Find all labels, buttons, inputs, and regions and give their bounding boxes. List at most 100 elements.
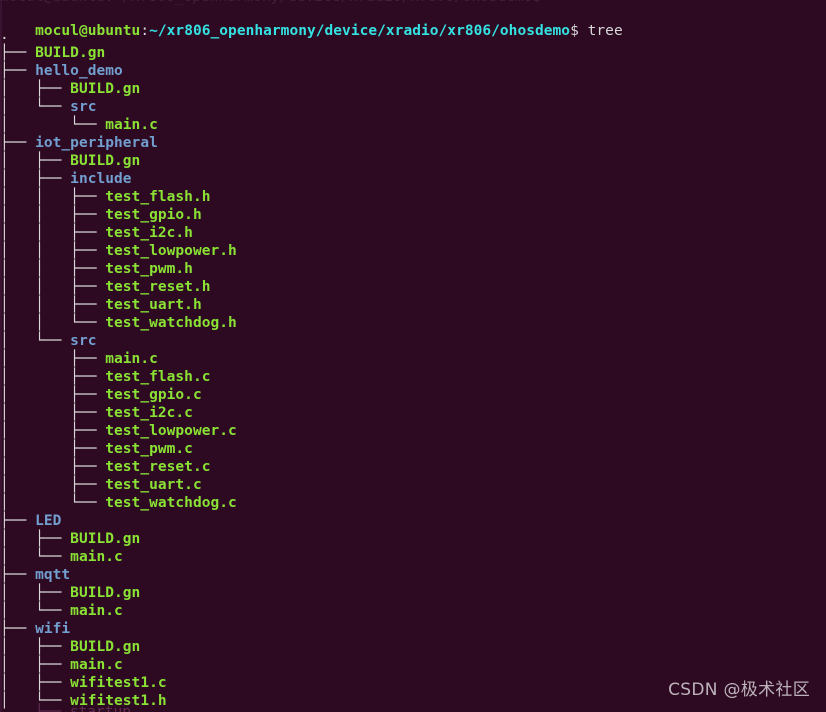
tree-row: │ ├── test_reset.c	[0, 458, 826, 476]
tree-branch-guides: │ ├──	[0, 477, 106, 493]
tree-branch-guides: │ ├──	[0, 531, 71, 547]
tree-row: │ │ ├── test_reset.h	[0, 278, 826, 296]
tree-row: │ │ └── test_watchdog.h	[0, 314, 826, 332]
tree-file-name: BUILD.gn	[70, 639, 141, 655]
tree-branch-guides: │ │ ├──	[0, 189, 106, 205]
tree-file-name: test_pwm.c	[105, 441, 193, 457]
tree-row: ├── wifi	[0, 620, 826, 638]
tree-row: │ │ ├── test_flash.h	[0, 188, 826, 206]
tree-file-name: test_i2c.c	[105, 405, 193, 421]
tree-branch-guides: │ ├──	[0, 657, 71, 673]
tree-file-name: test_gpio.h	[105, 207, 202, 223]
tree-file-name: test_reset.h	[105, 279, 211, 295]
tree-row: ├── BUILD.gn	[0, 44, 826, 62]
tree-branch-guides: ├──	[0, 63, 36, 79]
tree-branch-guides: │ │ ├──	[0, 261, 106, 277]
tree-file-name: test_gpio.c	[105, 387, 202, 403]
tree-file-name: main.c	[105, 351, 158, 367]
tree-file-name: test_watchdog.c	[105, 495, 237, 511]
tree-directory-name: wifi	[35, 621, 71, 637]
tree-branch-guides: ├──	[0, 567, 36, 583]
tree-row: │ ├── main.c	[0, 656, 826, 674]
tree-root-name: .	[0, 27, 9, 43]
tree-branch-guides: │ ├──	[0, 585, 71, 601]
tree-file-name: test_watchdog.h	[105, 315, 237, 331]
tree-branch-guides: │ └──	[0, 603, 71, 619]
tree-branch-guides: │ ├──	[0, 171, 71, 187]
shell-prompt-line: mocul@ubuntu:~/xr806_openharmony/device/…	[0, 4, 623, 39]
tree-row: │ ├── BUILD.gn	[0, 638, 826, 656]
tree-branch-guides: │ ├──	[0, 81, 71, 97]
tree-branch-guides: ├──	[0, 621, 36, 637]
tree-branch-guides: ├──	[0, 135, 36, 151]
tree-file-name: test_flash.c	[105, 369, 211, 385]
tree-branch-guides: │ ├──	[0, 351, 106, 367]
tree-row: │ ├── test_i2c.c	[0, 404, 826, 422]
terminal-window[interactable]: mocul@ubuntu:~/xr806_openharmony/device/…	[0, 0, 826, 712]
tree-row: │ └── src	[0, 332, 826, 350]
tree-row: ├── hello_demo	[0, 62, 826, 80]
tree-output: . ├── BUILD.gn ├── hello_demo │ ├── BUILD.g…	[0, 26, 826, 710]
tree-branch-guides: │ ├──	[0, 153, 71, 169]
tree-row: │ ├── test_pwm.c	[0, 440, 826, 458]
tree-branch-guides: │ └──	[0, 333, 71, 349]
tree-branch-guides: │ │ ├──	[0, 297, 106, 313]
tree-row: │ │ ├── test_uart.h	[0, 296, 826, 314]
tree-branch-guides: │ └──	[0, 549, 71, 565]
tree-file-name: BUILD.gn	[70, 585, 141, 601]
tree-row: │ ├── wifitest1.c	[0, 674, 826, 692]
tree-branch-guides: │ ├──	[0, 675, 71, 691]
tree-file-name: main.c	[70, 549, 123, 565]
tree-row: │ │ ├── test_lowpower.h	[0, 242, 826, 260]
tree-branch-guides: │ ├──	[0, 369, 106, 385]
tree-branch-guides: │ └──	[0, 99, 71, 115]
tree-directory-name: iot_peripheral	[35, 135, 158, 151]
tree-branch-guides: │ ├──	[0, 387, 106, 403]
tree-file-name: main.c	[70, 657, 123, 673]
tree-branch-guides: │ │ ├──	[0, 279, 106, 295]
tree-file-name: test_uart.h	[105, 297, 202, 313]
tree-file-name: test_i2c.h	[105, 225, 193, 241]
tree-row: ├── iot_peripheral	[0, 134, 826, 152]
tree-row: │ ├── test_flash.c	[0, 368, 826, 386]
tree-branch-guides: │ ├──	[0, 639, 71, 655]
tree-branch-guides: │ ├──	[0, 459, 106, 475]
tree-row: │ ├── BUILD.gn	[0, 152, 826, 170]
tree-row: │ │ ├── test_pwm.h	[0, 260, 826, 278]
tree-directory-name: LED	[35, 513, 62, 529]
tree-row: │ ├── test_gpio.c	[0, 386, 826, 404]
tree-directory-name: hello_demo	[35, 63, 123, 79]
tree-file-name: test_reset.c	[105, 459, 211, 475]
tree-branch-guides: │ ├──	[0, 423, 106, 439]
tree-row: │ │ ├── test_i2c.h	[0, 224, 826, 242]
tree-row: │ ├── BUILD.gn	[0, 584, 826, 602]
tree-row: │ ├── BUILD.gn	[0, 80, 826, 98]
tree-row: │ └── src	[0, 98, 826, 116]
tree-branch-guides: ├──	[0, 513, 36, 529]
tree-row: │ │ ├── test_gpio.h	[0, 206, 826, 224]
tree-branch-guides: │ │ ├──	[0, 225, 106, 241]
tree-file-name: BUILD.gn	[35, 45, 106, 61]
tree-row: │ ├── include	[0, 170, 826, 188]
tree-file-name: BUILD.gn	[70, 531, 141, 547]
tree-branch-guides: │ │ └──	[0, 315, 106, 331]
tree-file-name: main.c	[70, 603, 123, 619]
tree-row: │ └── test_watchdog.c	[0, 494, 826, 512]
tree-file-name: test_lowpower.c	[105, 423, 237, 439]
tree-row: │ ├── test_lowpower.c	[0, 422, 826, 440]
tree-file-name: main.c	[105, 117, 158, 133]
tree-branch-guides: │ ├──	[0, 405, 106, 421]
tree-row: ├── LED	[0, 512, 826, 530]
tree-branch-guides: │ │ ├──	[0, 207, 106, 223]
tree-branch-guides: │ ├──	[0, 441, 106, 457]
tree-file-name: test_lowpower.h	[105, 243, 237, 259]
tree-row: │ └── main.c	[0, 548, 826, 566]
tree-row: ├── mqtt	[0, 566, 826, 584]
tree-row: │ └── main.c	[0, 116, 826, 134]
tree-branch-guides: ├──	[0, 45, 36, 61]
tree-row: │ ├── test_uart.c	[0, 476, 826, 494]
tree-branch-guides: │ └──	[0, 117, 106, 133]
tree-directory-name: mqtt	[35, 567, 71, 583]
tree-row: .	[0, 26, 826, 44]
tree-file-name: test_flash.h	[105, 189, 211, 205]
